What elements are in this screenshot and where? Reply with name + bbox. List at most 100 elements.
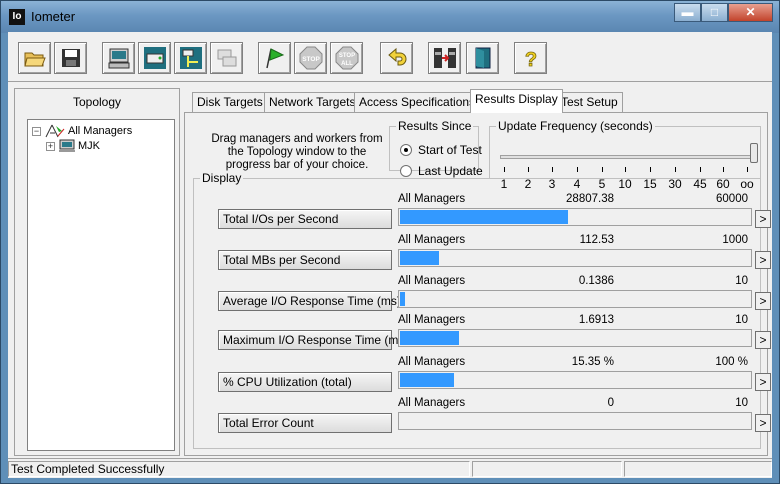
metric-progress-fill xyxy=(400,292,405,306)
tree-label-mjk: MJK xyxy=(78,140,100,152)
metric-progress-bar[interactable] xyxy=(398,208,752,226)
metric-button[interactable]: Maximum I/O Response Time (ms) xyxy=(218,330,408,350)
stop-all-label-bottom: ALL xyxy=(341,61,353,67)
new-manager-button[interactable] xyxy=(102,42,135,74)
tree-item-mjk[interactable]: + MJK xyxy=(46,139,100,153)
tabs-area: Disk Targets Network Targets Access Spec… xyxy=(182,88,771,460)
status-pane-2 xyxy=(472,461,622,477)
new-disk-worker-button[interactable] xyxy=(138,42,171,74)
results-since-title: Results Since xyxy=(398,119,472,133)
metric-value: 28807.38 xyxy=(566,193,614,205)
radio-start-of-test-indicator[interactable] xyxy=(400,144,412,156)
metric-source: All Managers xyxy=(398,314,466,326)
expand-icon[interactable]: + xyxy=(46,141,55,151)
new-network-worker-button[interactable] xyxy=(174,42,207,74)
update-frequency-slider-track[interactable] xyxy=(500,155,756,159)
metric-value: 15.35 % xyxy=(571,356,614,368)
status-pane-3 xyxy=(624,461,772,477)
metric-max: 100 % xyxy=(715,356,748,368)
metric-max: 10 xyxy=(735,314,748,326)
metric-max: 60000 xyxy=(716,193,748,205)
metric-button[interactable]: Average I/O Response Time (ms) xyxy=(218,291,401,311)
tree-item-all-managers[interactable]: − All Managers xyxy=(32,124,132,138)
topology-panel: Topology − All Managers + MJK xyxy=(14,88,180,456)
tab-results-display[interactable]: Results Display xyxy=(470,89,563,113)
client-area: STOP STOP ALL ? Topology − All Managers … xyxy=(8,32,772,478)
iometer-window: Io Iometer ▬ □ ✕ STOP STOP ALL ? Topolog… xyxy=(0,0,780,484)
update-frequency-slider-thumb[interactable] xyxy=(750,143,758,163)
drag-instructions: Drag managers and workers from the Topol… xyxy=(211,133,383,171)
stop-all-button[interactable]: STOP ALL xyxy=(330,42,363,74)
metric-progress-bar[interactable] xyxy=(398,290,752,308)
tab-network-targets[interactable]: Network Targets xyxy=(264,92,361,112)
radio-start-of-test[interactable]: Start of Test xyxy=(400,143,482,157)
stop-label: STOP xyxy=(302,56,320,63)
collapse-icon[interactable]: − xyxy=(32,126,41,136)
results-since-group: Results Since Start of Test Last Update xyxy=(389,119,483,178)
app-icon: Io xyxy=(9,9,25,25)
start-tests-button[interactable] xyxy=(258,42,291,74)
title-bar[interactable]: Io Iometer ▬ □ ✕ xyxy=(1,1,779,33)
tab-access-specifications[interactable]: Access Specifications xyxy=(354,92,481,112)
help-button[interactable]: ? xyxy=(514,42,547,74)
metric-max: 10 xyxy=(735,275,748,287)
update-frequency-group: Update Frequency (seconds) 1 2 3 4 5 10 15 30 45… xyxy=(489,119,761,191)
manager-computer-icon xyxy=(59,139,75,152)
copy-worker-button[interactable] xyxy=(210,42,243,74)
metric-max: 10 xyxy=(735,397,748,409)
radio-start-of-test-label: Start of Test xyxy=(418,143,482,157)
exit-managers-button[interactable] xyxy=(428,42,461,74)
metric-button[interactable]: % CPU Utilization (total) xyxy=(218,372,392,392)
metric-arrow-button[interactable]: > xyxy=(755,292,771,310)
maximize-button[interactable]: □ xyxy=(701,3,728,22)
metric-arrow-button[interactable]: > xyxy=(755,251,771,269)
save-icon xyxy=(61,49,80,67)
metric-arrow-button[interactable]: > xyxy=(755,373,771,391)
new-disk-worker-icon xyxy=(143,47,166,69)
display-title: Display xyxy=(202,171,242,185)
metric-arrow-button[interactable]: > xyxy=(755,210,771,228)
metric-button[interactable]: Total I/Os per Second xyxy=(218,209,392,229)
metric-source: All Managers xyxy=(398,193,466,205)
metric-progress-bar[interactable] xyxy=(398,412,752,430)
metric-source: All Managers xyxy=(398,397,466,409)
metric-arrow-button[interactable]: > xyxy=(755,331,771,349)
open-button[interactable] xyxy=(18,42,51,74)
metric-value: 0.1386 xyxy=(578,275,614,287)
metric-value: 112.53 xyxy=(579,234,614,246)
all-managers-icon xyxy=(45,124,65,138)
stop-all-icon: STOP ALL xyxy=(335,46,358,70)
metric-progress-bar[interactable] xyxy=(398,371,752,389)
metric-value: 1.6913 xyxy=(578,314,614,326)
minimize-button[interactable]: ▬ xyxy=(674,3,701,22)
metric-progress-fill xyxy=(400,251,439,265)
new-network-worker-icon xyxy=(179,47,202,69)
metric-progress-fill xyxy=(400,373,454,387)
metric-progress-fill xyxy=(400,331,459,345)
metric-progress-fill xyxy=(400,210,568,224)
metric-progress-bar[interactable] xyxy=(398,329,752,347)
update-frequency-title: Update Frequency (seconds) xyxy=(498,119,653,133)
close-button[interactable]: ✕ xyxy=(728,3,773,22)
topology-tree[interactable]: − All Managers + MJK xyxy=(27,119,175,451)
tree-label-all-managers: All Managers xyxy=(68,125,133,137)
metric-button[interactable]: Total Error Count xyxy=(218,413,392,433)
tab-disk-targets[interactable]: Disk Targets xyxy=(192,92,268,112)
window-title: Iometer xyxy=(31,9,76,24)
metric-source: All Managers xyxy=(398,356,466,368)
status-message: Test Completed Successfully xyxy=(8,461,470,477)
metric-progress-bar[interactable] xyxy=(398,249,752,267)
save-button[interactable] xyxy=(54,42,87,74)
tab-test-setup[interactable]: Test Setup xyxy=(556,92,623,112)
metric-arrow-button[interactable]: > xyxy=(755,414,771,432)
start-flag-icon xyxy=(265,48,284,69)
metric-button[interactable]: Total MBs per Second xyxy=(218,250,392,270)
stop-icon: STOP xyxy=(299,46,322,70)
new-manager-icon xyxy=(108,48,129,69)
results-display-page: Drag managers and workers from the Topol… xyxy=(184,112,771,456)
stop-button[interactable]: STOP xyxy=(294,42,327,74)
metric-max: 1000 xyxy=(722,234,748,246)
exit-button[interactable] xyxy=(466,42,499,74)
metric-value: 0 xyxy=(607,397,614,409)
reset-workers-button[interactable] xyxy=(380,42,413,74)
